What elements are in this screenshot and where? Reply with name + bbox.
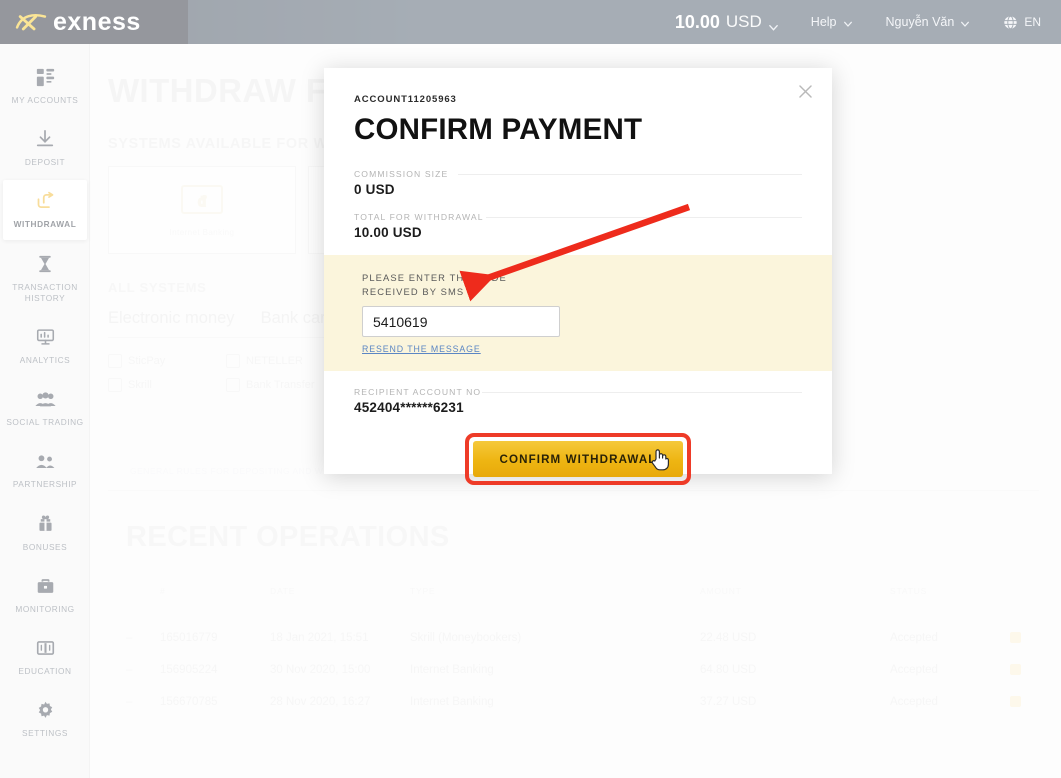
recipient-field: RECIPIENT ACCOUNT NO 452404******6231 xyxy=(354,387,802,415)
commission-label: COMMISSION SIZE xyxy=(354,169,802,179)
total-value: 10.00 USD xyxy=(354,225,422,240)
commission-field: COMMISSION SIZE 0 USD xyxy=(354,169,802,197)
confirm-action-area: CONFIRM WITHDRAWAL xyxy=(354,433,802,486)
sms-code-panel: PLEASE ENTER THE CODE RECEIVED BY SMS RE… xyxy=(324,255,832,372)
sms-code-label: PLEASE ENTER THE CODE RECEIVED BY SMS xyxy=(362,272,507,298)
recipient-label: RECIPIENT ACCOUNT NO xyxy=(354,387,802,397)
confirm-payment-modal: ACCOUNT11205963 CONFIRM PAYMENT COMMISSI… xyxy=(324,68,832,486)
total-label: TOTAL FOR WITHDRAWAL xyxy=(354,212,802,222)
close-icon[interactable] xyxy=(792,78,818,104)
commission-value: 0 USD xyxy=(354,182,395,197)
total-field: TOTAL FOR WITHDRAWAL 10.00 USD xyxy=(354,212,802,240)
modal-title: CONFIRM PAYMENT xyxy=(354,113,643,146)
account-number-label: ACCOUNT11205963 xyxy=(354,94,457,105)
resend-message-link[interactable]: RESEND THE MESSAGE xyxy=(362,344,481,354)
recipient-value: 452404******6231 xyxy=(354,400,464,416)
hand-cursor-icon xyxy=(650,447,670,471)
sms-code-input[interactable] xyxy=(362,306,560,338)
app-root: exness 10.00 USD Help Nguyễn Văn xyxy=(0,0,1061,778)
